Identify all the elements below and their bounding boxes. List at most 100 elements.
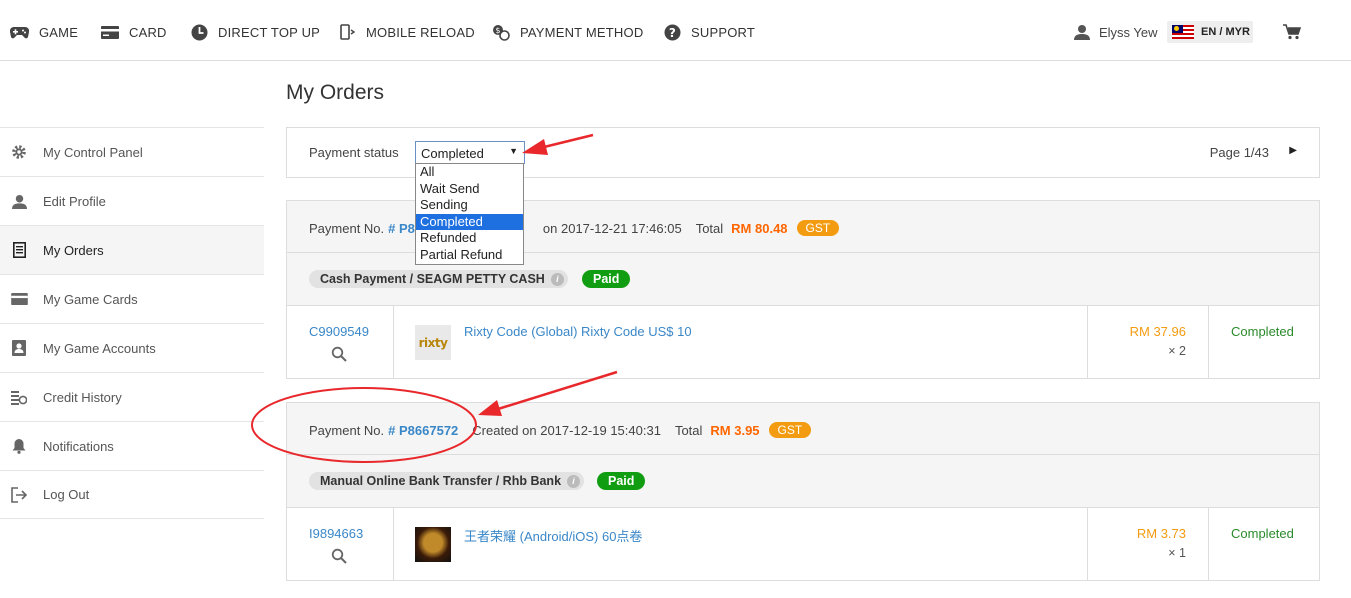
item-name-link[interactable]: Rixty Code (Global) Rixty Code US$ 10 bbox=[464, 324, 692, 339]
option-partial-refund[interactable]: Partial Refund bbox=[416, 247, 523, 264]
nav-game[interactable]: GAME bbox=[10, 22, 78, 42]
mobile-icon bbox=[340, 24, 356, 40]
column-divider bbox=[393, 508, 394, 580]
option-wait-send[interactable]: Wait Send bbox=[416, 181, 523, 198]
payment-no-label: Payment No. bbox=[309, 422, 385, 438]
user-icon bbox=[1074, 25, 1090, 40]
payment-status-label: Payment status bbox=[309, 145, 399, 160]
sidebar-item-game-accounts[interactable]: My Game Accounts bbox=[0, 323, 264, 372]
item-price: RM 37.96 bbox=[1129, 324, 1186, 339]
item-status: Completed bbox=[1231, 526, 1294, 541]
gamepad-icon bbox=[10, 26, 29, 38]
item-quantity: × 1 bbox=[1168, 546, 1186, 560]
payment-status-options: All Wait Send Sending Completed Refunded… bbox=[415, 163, 524, 265]
total-amount: RM 3.95 bbox=[710, 422, 760, 438]
total-label: Total bbox=[674, 422, 703, 438]
card-icon bbox=[10, 290, 28, 308]
user-name: Elyss Yew bbox=[1099, 24, 1158, 40]
magnifier-icon[interactable] bbox=[331, 346, 347, 365]
page-title: My Orders bbox=[286, 81, 385, 104]
nav-game-label: GAME bbox=[39, 24, 79, 40]
cart-button[interactable] bbox=[1283, 24, 1302, 43]
svg-text:?: ? bbox=[669, 26, 676, 40]
logout-icon bbox=[10, 486, 28, 504]
item-name-link[interactable]: 王者荣耀 (Android/iOS) 60点卷 bbox=[464, 526, 642, 545]
info-icon[interactable]: i bbox=[567, 475, 581, 488]
card-icon bbox=[101, 25, 119, 39]
payment-method-label: Cash Payment / SEAGM PETTY CASH bbox=[320, 272, 545, 286]
magnifier-icon[interactable] bbox=[331, 548, 347, 567]
sidebar-item-game-cards[interactable]: My Game Cards bbox=[0, 274, 264, 323]
user-icon bbox=[10, 192, 28, 210]
order-item-row: C9909549 rixty Rixty Code (Global) Rixty… bbox=[287, 306, 1319, 378]
coins-icon bbox=[10, 388, 28, 406]
total-label: Total bbox=[695, 220, 724, 236]
created-date: on 2017-12-21 17:46:05 bbox=[542, 220, 682, 236]
sidebar-item-log-out[interactable]: Log Out bbox=[0, 470, 264, 519]
column-divider bbox=[1087, 508, 1088, 580]
column-divider bbox=[1208, 508, 1209, 580]
language-currency-label: EN / MYR bbox=[1201, 26, 1250, 38]
sidebar-item-notifications[interactable]: Notifications bbox=[0, 421, 264, 470]
option-refunded[interactable]: Refunded bbox=[416, 230, 523, 247]
sidebar-item-label: Edit Profile bbox=[43, 193, 106, 209]
order-header: Payment No. # P8667572 Created on 2017-1… bbox=[287, 403, 1319, 455]
payment-status-selected-value: Completed bbox=[421, 146, 484, 161]
nav-mobile-reload[interactable]: MOBILE RELOAD bbox=[339, 22, 475, 42]
order-item-row: I9894663 王者荣耀 (Android/iOS) 60点卷 RM 3.73… bbox=[287, 508, 1319, 580]
sidebar-item-label: Credit History bbox=[43, 389, 122, 405]
nav-support[interactable]: ? SUPPORT bbox=[664, 22, 755, 42]
nav-card-label: CARD bbox=[129, 24, 167, 40]
info-icon[interactable]: i bbox=[550, 273, 564, 286]
paid-badge: Paid bbox=[597, 472, 646, 490]
item-price: RM 3.73 bbox=[1136, 526, 1186, 541]
nav-payment-method-label: PAYMENT METHOD bbox=[520, 24, 644, 40]
game-thumbnail bbox=[415, 527, 451, 562]
top-navigation: GAME CARD DIRECT TOP UP MOBILE RELOAD $ … bbox=[0, 0, 1351, 61]
language-currency-selector[interactable]: EN / MYR bbox=[1167, 21, 1253, 43]
next-page-button[interactable]: ▶ bbox=[1289, 145, 1297, 156]
account-sidebar: My Control Panel Edit Profile My Orders … bbox=[0, 127, 264, 519]
rixty-logo-text: rixty bbox=[418, 335, 448, 350]
rixty-thumbnail: rixty bbox=[415, 325, 451, 360]
payment-method-label: Manual Online Bank Transfer / Rhb Bank bbox=[320, 474, 562, 488]
dropdown-arrow-icon: ▼ bbox=[509, 146, 518, 156]
bell-icon bbox=[10, 437, 28, 455]
user-menu[interactable]: Elyss Yew bbox=[1074, 22, 1158, 42]
nav-direct-top-up[interactable]: DIRECT TOP UP bbox=[191, 22, 320, 42]
help-icon: ? bbox=[664, 24, 681, 40]
option-all[interactable]: All bbox=[416, 164, 523, 181]
payment-no-link[interactable]: # P8 bbox=[388, 221, 415, 236]
sidebar-item-label: My Game Cards bbox=[43, 291, 138, 307]
option-completed[interactable]: Completed bbox=[416, 213, 523, 231]
gear-icon bbox=[10, 143, 28, 161]
nav-direct-top-up-label: DIRECT TOP UP bbox=[218, 24, 321, 40]
option-sending[interactable]: Sending bbox=[416, 197, 523, 214]
sidebar-item-edit-profile[interactable]: Edit Profile bbox=[0, 176, 264, 225]
sidebar-item-label: My Control Panel bbox=[43, 144, 143, 160]
created-date: Created on 2017-12-19 15:40:31 bbox=[472, 422, 661, 438]
total-amount: RM 80.48 bbox=[731, 220, 788, 236]
sidebar-item-label: My Orders bbox=[43, 242, 104, 258]
payment-no-link[interactable]: # P8667572 bbox=[388, 423, 458, 438]
cart-icon bbox=[1283, 24, 1302, 40]
nav-card[interactable]: CARD bbox=[101, 22, 167, 42]
sidebar-item-label: My Game Accounts bbox=[43, 340, 156, 356]
sidebar-item-label: Notifications bbox=[43, 438, 114, 454]
nav-support-label: SUPPORT bbox=[691, 24, 756, 40]
item-code-link[interactable]: C9909549 bbox=[309, 324, 369, 339]
payment-icon: $ bbox=[493, 24, 510, 41]
page-indicator: Page 1/43 bbox=[1209, 145, 1269, 160]
malaysia-flag-icon bbox=[1172, 25, 1194, 39]
nav-payment-method[interactable]: $ PAYMENT METHOD bbox=[492, 22, 643, 42]
item-code-link[interactable]: I9894663 bbox=[309, 526, 363, 541]
column-divider bbox=[393, 306, 394, 378]
account-icon bbox=[10, 339, 28, 357]
payment-method-badge: Manual Online Bank Transfer / Rhb Bank i bbox=[309, 472, 585, 490]
payment-method-row: Manual Online Bank Transfer / Rhb Bank i… bbox=[287, 455, 1319, 508]
payment-status-select[interactable]: Completed ▼ bbox=[415, 141, 525, 164]
sidebar-item-control-panel[interactable]: My Control Panel bbox=[0, 127, 264, 176]
sidebar-item-label: Log Out bbox=[43, 487, 90, 502]
sidebar-item-my-orders[interactable]: My Orders bbox=[0, 225, 264, 274]
sidebar-item-credit-history[interactable]: Credit History bbox=[0, 372, 264, 421]
